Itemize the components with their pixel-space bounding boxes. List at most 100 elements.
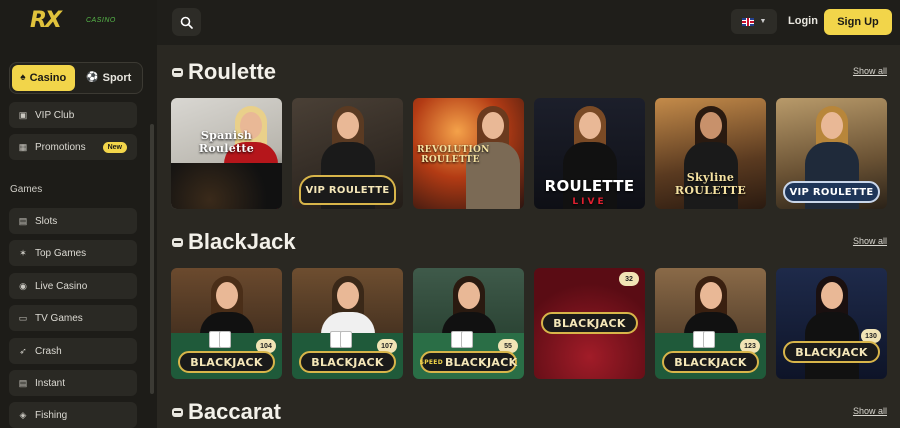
game-card[interactable]: Skyline ROULETTE (655, 98, 766, 209)
show-all-link[interactable]: Show all (853, 406, 887, 416)
sidebar-item-label: Promotions (35, 141, 86, 153)
sport-mode-label: Sport (102, 72, 132, 84)
new-badge: New (102, 141, 127, 153)
sidebar-item-slots[interactable]: ▤ Slots (9, 208, 137, 234)
language-selector[interactable]: ▼ (731, 9, 777, 34)
sidebar-item-label: Slots (35, 215, 58, 227)
sidebar-item-live-casino[interactable]: ◉ Live Casino (9, 273, 137, 299)
show-all-link[interactable]: Show all (853, 66, 887, 76)
search-button[interactable] (172, 8, 201, 36)
game-card[interactable]: ROULETTE LIVE (534, 98, 645, 209)
game-plaque: VIP ROULETTE (299, 175, 396, 205)
game-card[interactable]: VIP ROULETTE (776, 98, 887, 209)
sidebar-item-label: VIP Club (35, 109, 75, 121)
game-card[interactable]: 123 BLACKJACK (655, 268, 766, 379)
game-title: BLACKJACK (445, 355, 518, 369)
dealer-face (820, 282, 843, 309)
game-plaque: BLACKJACK (299, 351, 396, 373)
game-title: BLACKJACK (190, 355, 263, 369)
dealer-face (457, 282, 480, 309)
sidebar: RX CASINO ♠ Casino ⚽ Sport ▣ VIP Club ▦ … (0, 0, 157, 428)
section-title: BlackJack (188, 229, 296, 254)
sidebar-item-label: Crash (35, 345, 62, 357)
sidebar-item-label: Instant (35, 377, 66, 389)
sidebar-item-label: Live Casino (35, 280, 88, 292)
live-icon: ◉ (19, 281, 27, 291)
game-title: BLACKJACK (674, 355, 747, 369)
sidebar-item-label: Top Games (35, 247, 87, 259)
game-title: Skyline ROULETTE (674, 171, 747, 197)
top-bar: ▼ Login Sign Up (157, 0, 900, 45)
fish-icon: ◈ (19, 410, 27, 420)
game-plaque: BLACKJACK (541, 312, 638, 334)
sidebar-item-label: TV Games (35, 312, 83, 324)
game-plaque: VIP ROULETTE (783, 181, 880, 203)
game-card[interactable]: 130 BLACKJACK (776, 268, 887, 379)
game-card[interactable]: Spanish Roulette (171, 98, 282, 209)
slots-icon: ▤ (18, 216, 28, 226)
section-title: Baccarat (188, 399, 281, 424)
dealer-face (578, 112, 601, 139)
dealer-face (336, 282, 359, 309)
logo-mark: RX (30, 8, 62, 33)
game-plaque: BLACKJACK (662, 351, 759, 373)
sidebar-scrollbar[interactable] (150, 124, 154, 394)
playing-cards (330, 331, 364, 349)
game-card[interactable]: VIP ROULETTE (292, 98, 403, 209)
mode-toggle: ♠ Casino ⚽ Sport (9, 62, 143, 94)
table-number: 32 (619, 272, 639, 286)
main-content: Roulette Show all Spanish Roulette VIP R… (157, 45, 900, 428)
sidebar-item-top-games[interactable]: ✶ Top Games (9, 240, 137, 266)
roulette-wheel (171, 163, 282, 209)
ball-icon: ⚽ (86, 72, 99, 83)
game-card[interactable]: REVOLUTION ROULETTE (413, 98, 524, 209)
sidebar-item-crash[interactable]: ➶ Crash (9, 338, 137, 364)
section-header: BlackJack (172, 229, 296, 255)
star-icon: ✶ (19, 248, 27, 258)
section-header: Baccarat (172, 399, 281, 425)
sign-up-button[interactable]: Sign Up (824, 9, 892, 35)
sport-mode-button[interactable]: ⚽ Sport (78, 65, 141, 91)
tv-icon: ▭ (18, 313, 28, 323)
game-title: BLACKJACK (553, 316, 626, 330)
spade-icon: ♠ (20, 72, 26, 83)
logo[interactable]: RX CASINO (30, 8, 130, 36)
login-button[interactable]: Login (788, 15, 818, 27)
sidebar-item-vip-club[interactable]: ▣ VIP Club (9, 102, 137, 128)
sidebar-item-tv-games[interactable]: ▭ TV Games (9, 305, 137, 331)
playing-cards (209, 331, 243, 349)
game-card[interactable]: 104 BLACKJACK (171, 268, 282, 379)
game-title: ROULETTE (544, 177, 635, 195)
game-card[interactable]: 107 BLACKJACK (292, 268, 403, 379)
casino-mode-button[interactable]: ♠ Casino (12, 65, 75, 91)
dealer-face (699, 112, 722, 139)
vip-icon: ▣ (18, 110, 28, 120)
game-plaque: BLACKJACK (178, 351, 275, 373)
sidebar-item-fishing[interactable]: ◈ Fishing (9, 402, 137, 428)
game-card[interactable]: 55 SPEED BLACKJACK (413, 268, 524, 379)
game-plaque: BLACKJACK (783, 341, 880, 363)
uk-flag-icon (741, 17, 754, 26)
section-title: Roulette (188, 59, 276, 84)
speed-label: SPEED (419, 358, 443, 366)
game-subtitle: LIVE (572, 197, 607, 207)
dealer-face (336, 112, 359, 139)
sidebar-item-instant[interactable]: ▤ Instant (9, 370, 137, 396)
search-icon (180, 16, 193, 29)
chevron-down-icon: ▼ (759, 18, 767, 25)
game-card[interactable]: 32 BLACKJACK (534, 268, 645, 379)
dealer-face (820, 112, 843, 139)
blackjack-games-row: 104 BLACKJACK 107 BLACKJACK 55 SPEED BLA… (171, 268, 887, 379)
game-title: VIP ROULETTE (789, 186, 874, 198)
playing-cards (693, 331, 727, 349)
instant-icon: ▤ (18, 378, 28, 388)
rocket-icon: ➶ (19, 346, 27, 356)
game-title: Spanish Roulette (198, 129, 255, 155)
dealer-face (699, 282, 722, 309)
playing-cards (451, 331, 485, 349)
chat-bubble-icon (172, 67, 183, 77)
casino-mode-label: Casino (29, 72, 67, 84)
show-all-link[interactable]: Show all (853, 236, 887, 246)
sidebar-item-promotions[interactable]: ▦ Promotions New (9, 134, 137, 160)
games-section-label: Games (10, 184, 43, 195)
